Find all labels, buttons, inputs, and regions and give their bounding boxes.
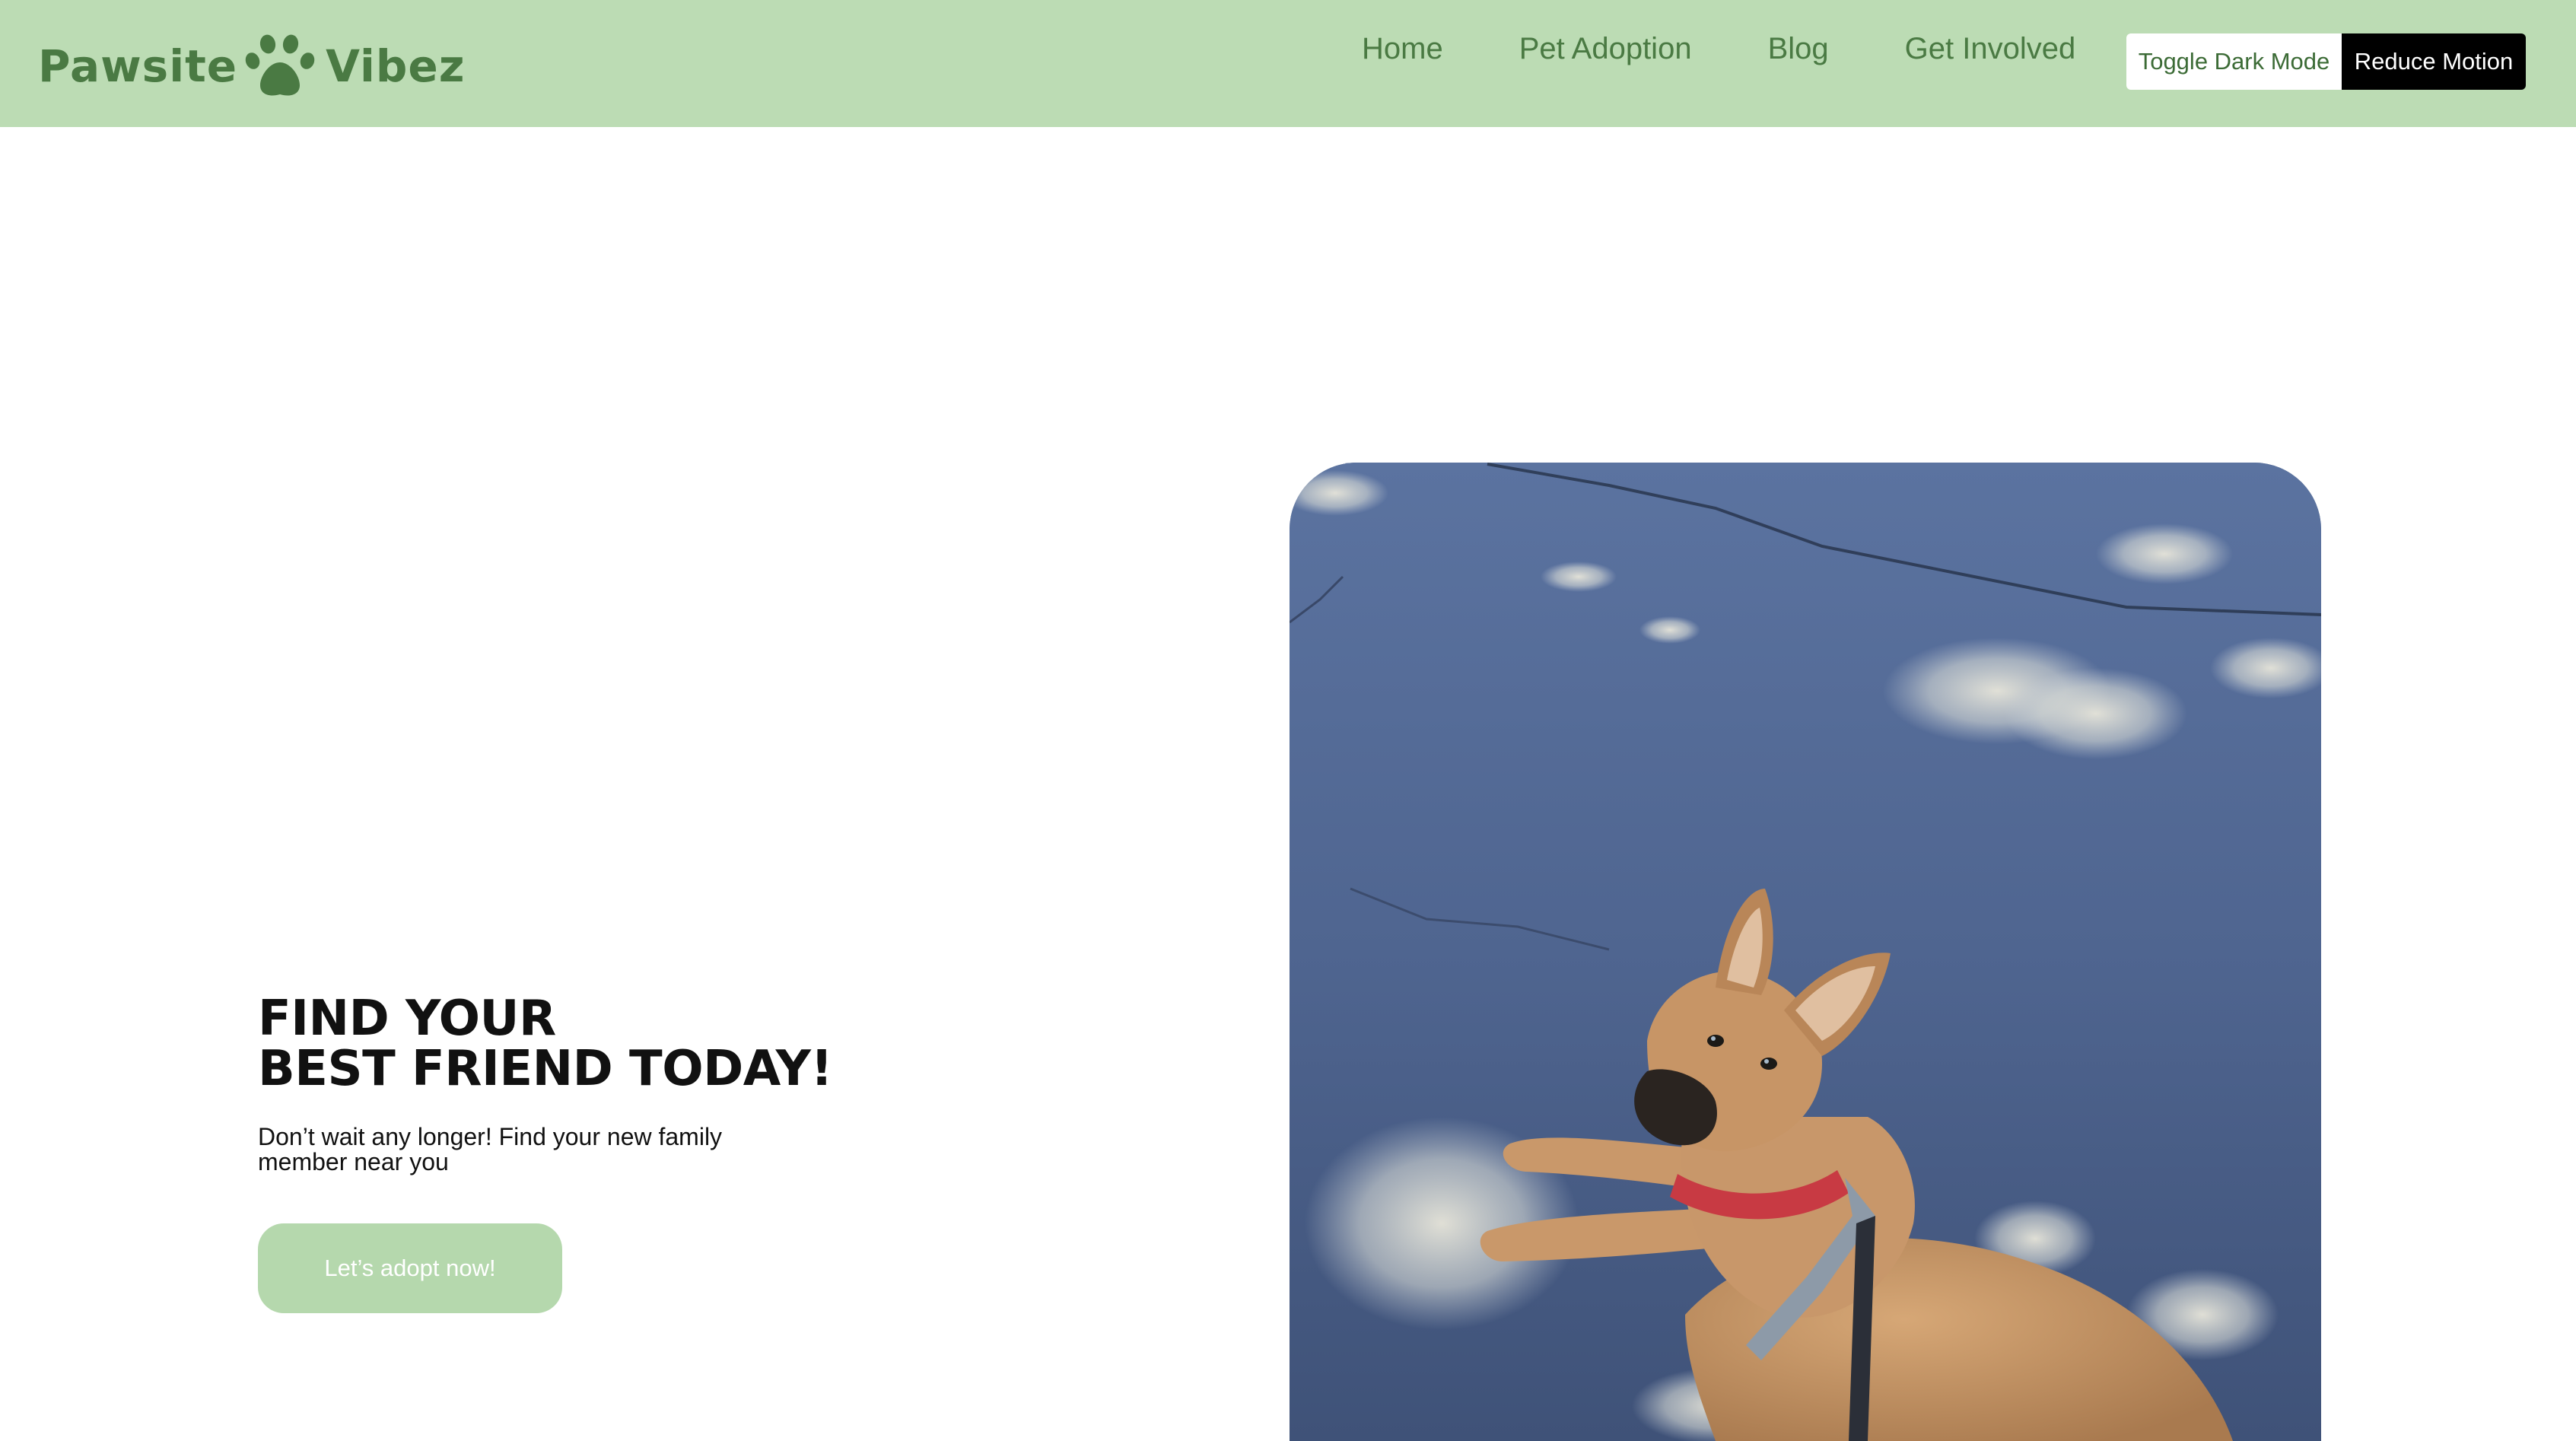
site-header: Pawsite Vibez Home Pet Adoption Blog Get… bbox=[0, 0, 2576, 127]
nav-link-home[interactable]: Home bbox=[1362, 32, 1443, 66]
nav-link-blog[interactable]: Blog bbox=[1768, 32, 1829, 66]
logo-word-right: Vibez bbox=[326, 40, 466, 92]
nav-link-pet-adoption[interactable]: Pet Adoption bbox=[1519, 32, 1692, 66]
hero-title: FIND YOUR BEST FRIEND TODAY! bbox=[258, 991, 833, 1097]
adopt-now-button[interactable]: Let’s adopt now! bbox=[258, 1223, 562, 1313]
hero-title-line-1: FIND YOUR bbox=[258, 991, 556, 1047]
dog-photo bbox=[1290, 463, 2321, 1441]
paw-icon bbox=[245, 34, 315, 96]
reduce-motion-button[interactable]: Reduce Motion bbox=[2342, 33, 2526, 90]
hero-title-line-2: BEST FRIEND TODAY! bbox=[258, 1041, 833, 1097]
site-logo[interactable]: Pawsite Vibez bbox=[38, 24, 466, 108]
toggle-dark-mode-button[interactable]: Toggle Dark Mode bbox=[2126, 33, 2342, 90]
nav-link-get-involved[interactable]: Get Involved bbox=[1905, 32, 2076, 66]
dog-photo-illustration bbox=[1290, 463, 2321, 1441]
logo-word-left: Pawsite bbox=[38, 40, 238, 92]
hero-subtitle: Don’t wait any longer! Find your new fam… bbox=[258, 1123, 723, 1175]
main-nav: Home Pet Adoption Blog Get Involved bbox=[1362, 26, 2151, 72]
